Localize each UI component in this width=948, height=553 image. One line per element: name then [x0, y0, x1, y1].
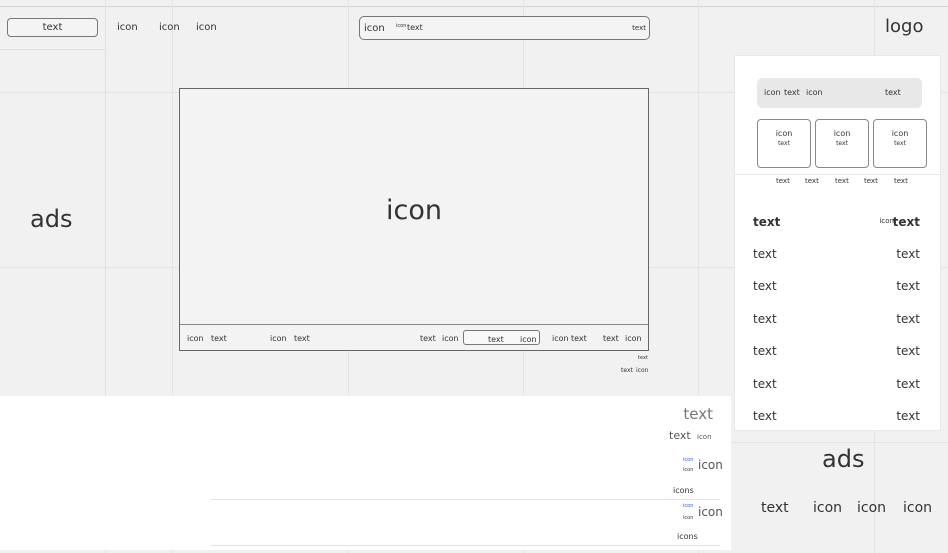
list-item-left: text [753, 279, 777, 293]
list-item-right: text [896, 377, 920, 391]
panel-card[interactable]: icon text [815, 119, 869, 168]
control-text: text [420, 334, 436, 343]
nav-icon[interactable]: icon [196, 22, 217, 33]
item-caption: icons [673, 486, 694, 495]
card-text: text [894, 140, 906, 147]
list-item-right: text [896, 409, 920, 423]
control-icon[interactable]: icon [270, 334, 287, 343]
control-icon[interactable]: icon [442, 334, 459, 343]
top-border [0, 6, 948, 7]
logo[interactable]: logo [885, 16, 923, 37]
list-item[interactable]: text text [753, 312, 920, 326]
list-item-left: text [753, 344, 777, 358]
panel-bar-text: text [784, 88, 800, 97]
video-meta-icon: icon [636, 367, 649, 374]
list-item-right: text [896, 312, 920, 326]
list-item-left: text [753, 377, 777, 391]
panel-bar-text: text [885, 88, 901, 97]
card-icon: icon [833, 129, 851, 138]
list-item-left: text [753, 312, 777, 326]
panel-card[interactable]: icon text [873, 119, 927, 168]
list-header-right: text [892, 215, 920, 229]
mini-icon: icon [683, 467, 694, 473]
card-text: text [778, 140, 790, 147]
list-item[interactable]: text text [753, 377, 920, 391]
search-bar[interactable]: icon icon text text [359, 16, 650, 40]
list-item-left: text [753, 409, 777, 423]
list-item-left: text [753, 247, 777, 261]
control-text: text [571, 334, 587, 343]
panel-bar-icon: icon [764, 88, 781, 97]
video-player[interactable]: icon icon text icon text text icon text … [179, 88, 649, 351]
list-item-right: text [896, 279, 920, 293]
control-pill-text: text [488, 335, 504, 344]
divider [210, 499, 720, 500]
panel-card[interactable]: icon text [757, 119, 811, 168]
right-ad-text[interactable]: text [761, 500, 789, 516]
video-meta-text: text [621, 367, 633, 374]
right-ad-icon[interactable]: icon [813, 500, 842, 516]
left-ad-label[interactable]: ads [30, 205, 72, 233]
list-item[interactable]: text text [753, 247, 920, 261]
nav-icon[interactable]: icon [117, 22, 138, 33]
video-controls: icon text icon text text icon text icon … [180, 324, 648, 350]
nav-icon[interactable]: icon [159, 22, 180, 33]
list-header-left: text [753, 215, 781, 229]
control-pill[interactable]: text icon [463, 330, 540, 345]
search-badge-icon: icon [396, 23, 407, 29]
mini-icon: icon [683, 515, 694, 521]
card-icon: icon [891, 129, 909, 138]
bottom-section: text text icon icon icon icon icons icon… [0, 396, 731, 550]
list-item-right: text [896, 344, 920, 358]
list-item-right: text [896, 247, 920, 261]
list-header: text icon text [753, 215, 920, 229]
item-icon[interactable]: icon [698, 505, 723, 519]
card-label[interactable]: text [805, 177, 819, 185]
list-item[interactable]: text text [753, 409, 920, 423]
video-meta-text: text [638, 355, 648, 361]
control-text: text [603, 334, 619, 343]
control-text: text [211, 334, 227, 343]
item-caption: icons [677, 532, 698, 541]
search-icon: icon [364, 23, 385, 34]
card-label[interactable]: text [776, 177, 790, 185]
card-label[interactable]: text [894, 177, 908, 185]
search-button-label: text [42, 22, 63, 33]
mini-icon: icon [683, 503, 694, 509]
panel-bar-icon: icon [806, 88, 823, 97]
search-text: text [407, 23, 423, 32]
control-icon[interactable]: icon [187, 334, 204, 343]
card-text: text [836, 140, 848, 147]
bottom-subtitle: text [669, 429, 691, 442]
control-icon[interactable]: icon [552, 334, 569, 343]
play-icon[interactable]: icon [386, 195, 442, 226]
control-text: text [294, 334, 310, 343]
right-ad-label[interactable]: ads [822, 445, 864, 473]
item-icon[interactable]: icon [698, 458, 723, 472]
divider [735, 174, 940, 175]
mini-icon: icon [683, 457, 694, 463]
list-item[interactable]: text text [753, 279, 920, 293]
card-label[interactable]: text [835, 177, 849, 185]
side-panel: icon text icon text icon text icon text … [734, 55, 941, 431]
card-icon: icon [775, 129, 793, 138]
control-pill-icon: icon [520, 335, 537, 344]
card-label[interactable]: text [864, 177, 878, 185]
bottom-title: text [683, 405, 713, 423]
search-right-text: text [632, 24, 646, 32]
panel-bar[interactable]: icon text icon text [757, 78, 922, 108]
right-ad-icon[interactable]: icon [903, 500, 932, 516]
bottom-subtitle-icon: icon [697, 433, 712, 441]
divider [210, 545, 720, 546]
control-icon[interactable]: icon [625, 334, 642, 343]
search-button[interactable]: text [7, 18, 98, 37]
list-item[interactable]: text text [753, 344, 920, 358]
right-ad-icon[interactable]: icon [857, 500, 886, 516]
